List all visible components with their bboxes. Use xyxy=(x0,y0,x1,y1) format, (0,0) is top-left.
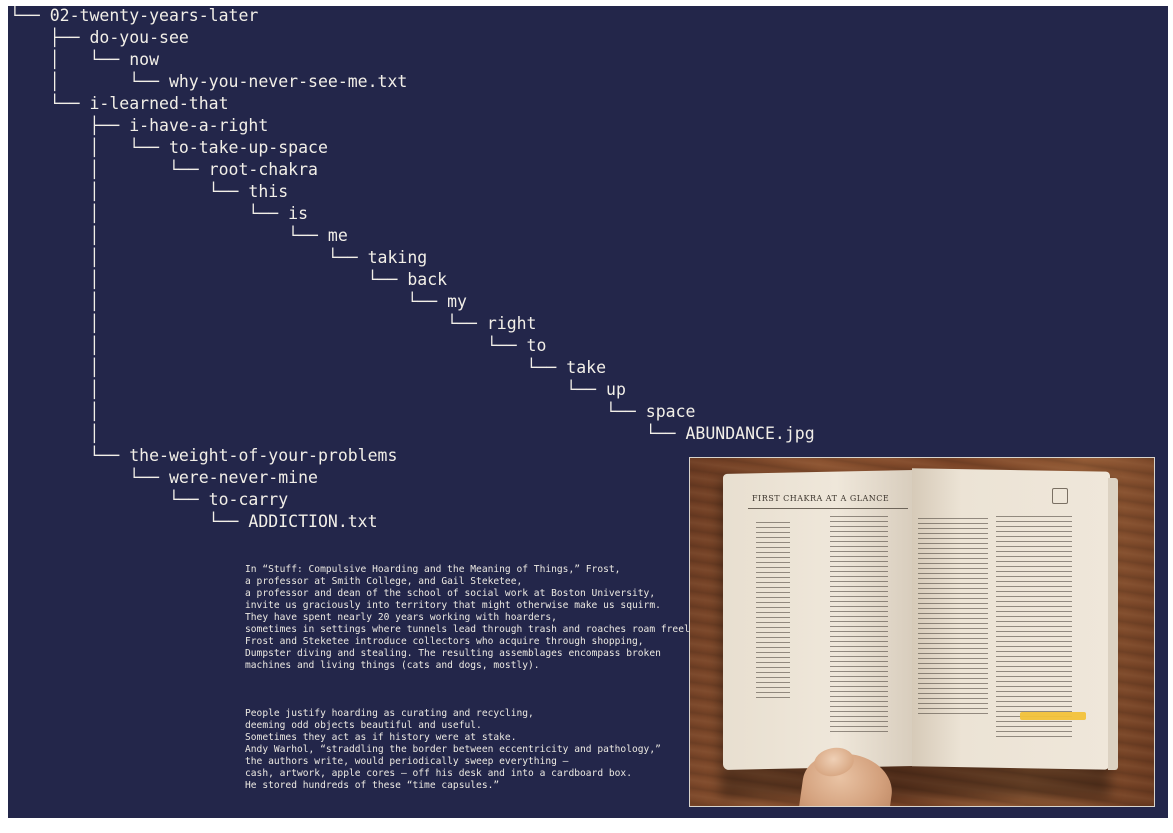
tree-entry: │ └── right xyxy=(10,314,537,333)
excerpt-line: Sometimes they act as if history were at… xyxy=(245,732,517,743)
excerpt-line: a professor and dean of the school of so… xyxy=(245,588,656,599)
abundance-photo: FIRST CHAKRA AT A GLANCE xyxy=(689,457,1155,807)
tree-entry: └── i-learned-that xyxy=(10,94,229,113)
tree-entry: │ └── root-chakra xyxy=(10,160,318,179)
excerpt-line: People justify hoarding as curating and … xyxy=(245,708,534,719)
excerpt-line: They have spent nearly 20 years working … xyxy=(245,612,557,623)
excerpt-paragraph-2: People justify hoarding as curating and … xyxy=(245,708,701,792)
tree-entry: │ └── why-you-never-see-me.txt xyxy=(10,72,408,91)
chakra-emblem-icon xyxy=(1052,488,1068,504)
tree-entry: │ └── ABUNDANCE.jpg xyxy=(10,424,815,443)
terminal-window: └── 02-twenty-years-later ├── do-you-see… xyxy=(8,6,1168,818)
excerpt-paragraph-1: In “Stuff: Compulsive Hoarding and the M… xyxy=(245,564,701,672)
excerpt-line: deeming odd objects beautiful and useful… xyxy=(245,720,482,731)
addiction-text-excerpt: In “Stuff: Compulsive Hoarding and the M… xyxy=(245,540,701,818)
tree-entry: │ └── is xyxy=(10,204,309,223)
excerpt-line: a professor at Smith College, and Gail S… xyxy=(245,576,523,587)
tree-entry: ├── do-you-see xyxy=(10,28,189,47)
tree-entry: │ └── this xyxy=(10,182,289,201)
tree-entry: │ └── take xyxy=(10,358,607,377)
highlighted-text xyxy=(1020,712,1086,720)
excerpt-line: the authors write, would periodically sw… xyxy=(245,756,569,767)
tree-entry: │ └── to xyxy=(10,336,547,355)
excerpt-line: machines and living things (cats and dog… xyxy=(245,660,540,671)
tree-entry: └── the-weight-of-your-problems xyxy=(10,446,398,465)
tree-entry: └── to-carry xyxy=(10,490,289,509)
left-page-column-2 xyxy=(830,516,888,732)
tree-entry: │ └── back xyxy=(10,270,448,289)
excerpt-line: Dumpster diving and stealing. The result… xyxy=(245,648,661,659)
tree-entry: ├── i-have-a-right xyxy=(10,116,269,135)
right-page-column-2 xyxy=(996,516,1072,738)
tree-entry: │ └── taking xyxy=(10,248,428,267)
left-page-column-1 xyxy=(756,522,790,698)
tree-entry: │ └── now xyxy=(10,50,160,69)
tree-entry: │ └── my xyxy=(10,292,467,311)
excerpt-line: He stored hundreds of these “time capsul… xyxy=(245,780,500,791)
tree-entry: │ └── space xyxy=(10,402,696,421)
tree-entry: │ └── up xyxy=(10,380,626,399)
excerpt-line: sometimes in settings where tunnels lead… xyxy=(245,624,702,635)
tree-entry: └── 02-twenty-years-later xyxy=(10,6,259,25)
excerpt-line: In “Stuff: Compulsive Hoarding and the M… xyxy=(245,564,621,575)
tree-entry: │ └── me xyxy=(10,226,348,245)
right-page-column-1 xyxy=(918,518,988,714)
book-heading: FIRST CHAKRA AT A GLANCE xyxy=(752,494,890,503)
tree-entry: └── were-never-mine xyxy=(10,468,318,487)
heading-rule xyxy=(748,508,908,509)
excerpt-line: Frost and Steketee introduce collectors … xyxy=(245,636,644,647)
excerpt-line: cash, artwork, apple cores – off his des… xyxy=(245,768,632,779)
tree-entry: │ └── to-take-up-space xyxy=(10,138,328,157)
excerpt-line: Andy Warhol, “straddling the border betw… xyxy=(245,744,661,755)
book-page-edges xyxy=(1108,478,1118,770)
tree-entry: └── ADDICTION.txt xyxy=(10,512,378,531)
excerpt-line: invite us graciously into territory that… xyxy=(245,600,661,611)
